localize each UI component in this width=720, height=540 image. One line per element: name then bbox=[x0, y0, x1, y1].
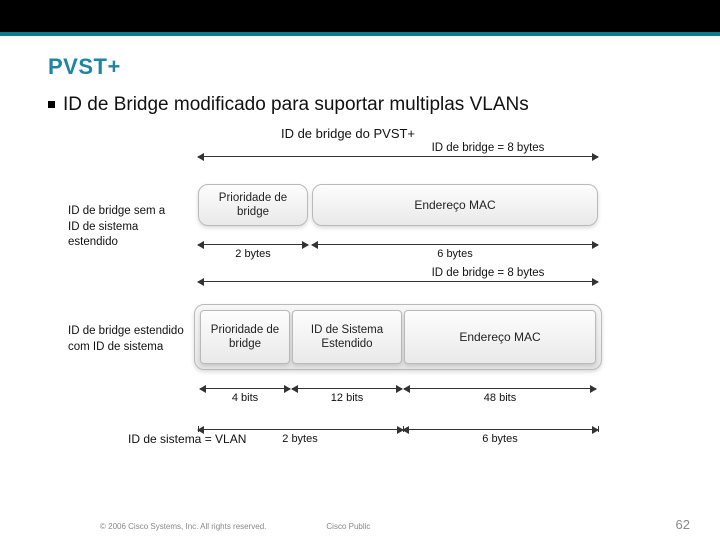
arrow-top-total bbox=[198, 156, 598, 157]
page-number: 62 bbox=[676, 517, 690, 532]
arrow-bot-bits-c bbox=[404, 388, 596, 389]
footer-classification: Cisco Public bbox=[326, 522, 370, 531]
dim-mid-total: ID de bridge = 8 bytes bbox=[432, 267, 545, 279]
label-sysid-eq-vlan: ID de sistema = VLAN bbox=[128, 432, 246, 446]
dim-sys-left: 2 bytes bbox=[282, 433, 317, 445]
diagram-title: ID de bridge do PVST+ bbox=[68, 126, 628, 141]
box-bottom-mac: Endereço MAC bbox=[404, 310, 596, 364]
box-text: ID de Sistema Estendido bbox=[311, 323, 383, 352]
dim-bot-bits-c: 48 bits bbox=[484, 392, 516, 404]
arrow-top-left bbox=[198, 244, 308, 245]
slide-title: PVST+ bbox=[48, 54, 680, 80]
arrow-sys-left bbox=[198, 429, 403, 430]
arrow-top-right bbox=[312, 244, 598, 245]
box-top-mac: Endereço MAC bbox=[312, 184, 598, 226]
bullet-item: ID de Bridge modificado para suportar mu… bbox=[48, 94, 680, 116]
label-no-extended-sysid: ID de bridge sem a ID de sistema estendi… bbox=[68, 204, 188, 251]
box-text: Endereço MAC bbox=[459, 330, 540, 345]
bullet-square-icon bbox=[48, 101, 55, 108]
dim-bot-bits-b: 12 bits bbox=[331, 392, 363, 404]
label-text: ID de bridge sem a ID de sistema estendi… bbox=[68, 205, 165, 248]
bullet-text: ID de Bridge modificado para suportar mu… bbox=[63, 94, 529, 116]
box-text: Endereço MAC bbox=[414, 198, 495, 213]
dim-bot-bits-a: 4 bits bbox=[232, 392, 258, 404]
dim-top-right: 6 bytes bbox=[437, 248, 472, 260]
arrow-mid-total bbox=[198, 281, 598, 282]
arrow-bot-bits-b bbox=[292, 388, 402, 389]
bridge-id-diagram: ID de bridge do PVST+ ID de bridge sem a… bbox=[68, 126, 628, 466]
label-extended-sysid: ID de bridge estendido com ID de sistema bbox=[68, 324, 188, 355]
title-bar bbox=[0, 0, 720, 36]
box-bottom-sysid: ID de Sistema Estendido bbox=[292, 310, 402, 364]
slide-content: PVST+ ID de Bridge modificado para supor… bbox=[0, 36, 720, 466]
label-text: ID de bridge estendido com ID de sistema bbox=[68, 325, 184, 353]
arrow-sys-right bbox=[403, 429, 598, 430]
arrow-bot-bits-a bbox=[200, 388, 290, 389]
box-text: Prioridade de bridge bbox=[211, 323, 279, 352]
dim-top-left: 2 bytes bbox=[235, 248, 270, 260]
dim-top-total: ID de bridge = 8 bytes bbox=[432, 142, 545, 154]
box-bottom-priority: Prioridade de bridge bbox=[200, 310, 290, 364]
box-top-priority: Prioridade de bridge bbox=[198, 184, 308, 226]
footer-copyright: © 2006 Cisco Systems, Inc. All rights re… bbox=[100, 522, 266, 531]
dim-sys-right: 6 bytes bbox=[482, 433, 517, 445]
slide-footer: © 2006 Cisco Systems, Inc. All rights re… bbox=[0, 517, 720, 532]
box-text: Prioridade de bridge bbox=[219, 191, 287, 220]
